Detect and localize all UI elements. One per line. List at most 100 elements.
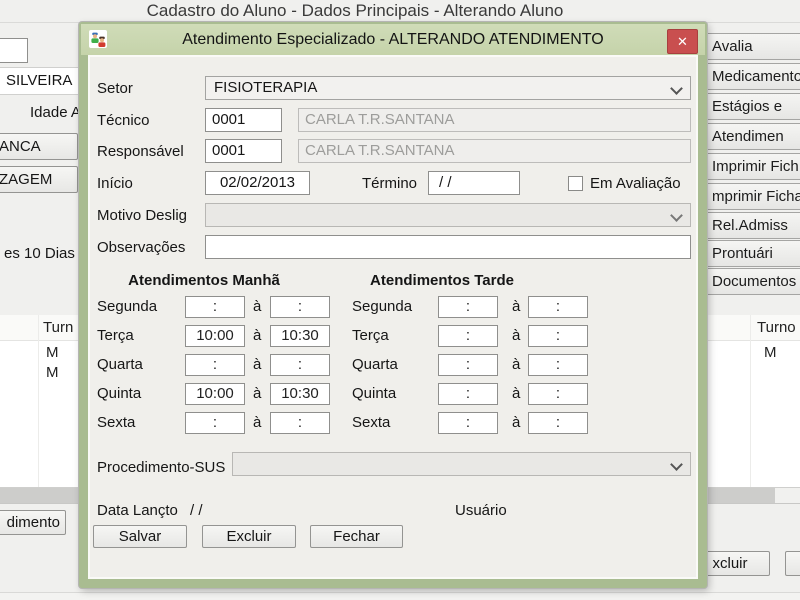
termino-date-input[interactable]: / / [428, 171, 520, 195]
afternoon-to-input[interactable]: : [528, 296, 588, 318]
close-icon: ✕ [677, 34, 688, 49]
observacoes-input[interactable] [205, 235, 691, 259]
a-separator: à [253, 414, 261, 431]
schedule-row-segunda: Segunda : à : Segunda : à : [90, 296, 696, 318]
close-button[interactable]: ✕ [667, 29, 698, 54]
morning-to-input[interactable]: 10:30 [270, 325, 330, 347]
dialog-title: Atendimento Especializado - ALTERANDO AT… [81, 24, 705, 55]
morning-from-input[interactable]: : [185, 412, 245, 434]
atendimentos-tarde-header: Atendimentos Tarde [342, 272, 542, 289]
morning-from-input[interactable]: 10:00 [185, 325, 245, 347]
setor-label: Setor [97, 80, 133, 97]
day-label: Quinta [97, 385, 141, 402]
schedule-row-sexta: Sexta : à : Sexta : à : [90, 412, 696, 434]
day-label: Quinta [352, 385, 396, 402]
chevron-down-icon [670, 209, 683, 222]
afternoon-from-input[interactable]: : [438, 354, 498, 376]
a-separator: à [253, 385, 261, 402]
tecnico-code-input[interactable]: 0001 [205, 108, 282, 132]
chevron-down-icon [670, 82, 683, 95]
schedule-row-quinta: Quinta 10:00 à 10:30 Quinta : à : [90, 383, 696, 405]
procedimento-sus-label: Procedimento-SUS [97, 459, 225, 476]
a-separator: à [512, 414, 520, 431]
table-row[interactable]: M [46, 344, 59, 361]
bg-button-medicamentos[interactable]: Medicamento [698, 63, 800, 90]
observacoes-label: Observações [97, 239, 185, 256]
afternoon-from-input[interactable]: : [438, 296, 498, 318]
day-label: Sexta [97, 414, 135, 431]
inicio-date-input[interactable]: 02/02/2013 [205, 171, 310, 195]
chevron-down-icon [670, 458, 683, 471]
day-label: Sexta [352, 414, 390, 431]
afternoon-from-input[interactable]: : [438, 325, 498, 347]
dias-text-fragment: es 10 Dias [4, 245, 75, 262]
table-row[interactable]: M [764, 344, 777, 361]
inicio-label: Início [97, 175, 133, 192]
atendimento-button-fragment[interactable]: dimento [0, 510, 66, 535]
table-column-separator [750, 315, 751, 487]
afternoon-from-input[interactable]: : [438, 383, 498, 405]
zagem-button-fragment[interactable]: ZAGEM [0, 166, 78, 193]
a-separator: à [253, 298, 261, 315]
motivo-deslig-combobox[interactable] [205, 203, 691, 227]
bg-button-estagios[interactable]: Estágios e [698, 93, 800, 120]
salvar-button[interactable]: Salvar [93, 525, 187, 548]
schedule-row-quarta: Quarta : à : Quarta : à : [90, 354, 696, 376]
bottom-strip [0, 593, 800, 600]
morning-from-input[interactable]: 10:00 [185, 383, 245, 405]
tecnico-label: Técnico [97, 112, 150, 129]
bg-button-imprimir-ficha1[interactable]: Imprimir Fich [698, 153, 800, 180]
day-label: Segunda [352, 298, 412, 315]
morning-to-input[interactable]: 10:30 [270, 383, 330, 405]
day-label: Terça [352, 327, 389, 344]
afternoon-to-input[interactable]: : [528, 383, 588, 405]
dialog-titlebar[interactable]: Atendimento Especializado - ALTERANDO AT… [81, 24, 705, 55]
morning-to-input[interactable]: : [270, 296, 330, 318]
a-separator: à [512, 385, 520, 402]
left-input-fragment[interactable] [0, 38, 28, 63]
afternoon-to-input[interactable]: : [528, 354, 588, 376]
student-name-field-fragment[interactable]: SILVEIRA [0, 67, 79, 95]
day-label: Quarta [97, 356, 143, 373]
schedule-row-terca: Terça 10:00 à 10:30 Terça : à : [90, 325, 696, 347]
excluir-button[interactable]: Excluir [202, 525, 296, 548]
morning-to-input[interactable]: : [270, 412, 330, 434]
a-separator: à [253, 356, 261, 373]
responsavel-name-field: CARLA T.R.SANTANA [298, 139, 691, 163]
responsavel-label: Responsável [97, 143, 184, 160]
setor-value: FISIOTERAPIA [214, 79, 317, 96]
bg-button-avaliacoes[interactable]: Avalia [698, 33, 800, 60]
motivo-deslig-label: Motivo Deslig [97, 207, 187, 224]
bg-button-atendimentos[interactable]: Atendimen [698, 123, 800, 150]
data-lancto-value: / / [190, 502, 203, 519]
bg-button-prontuario[interactable]: Prontuári [698, 240, 800, 267]
a-separator: à [512, 298, 520, 315]
atendimentos-manha-header: Atendimentos Manhã [104, 272, 304, 289]
turno-column-header: Turn [43, 319, 73, 336]
em-avaliacao-checkbox[interactable] [568, 176, 583, 191]
bg-button-rel-admissao[interactable]: Rel.Admiss [698, 212, 800, 239]
morning-from-input[interactable]: : [185, 296, 245, 318]
anca-button-fragment[interactable]: ANCA [0, 133, 78, 160]
tecnico-name-field: CARLA T.R.SANTANA [298, 108, 691, 132]
table-row[interactable]: M [46, 364, 59, 381]
procedimento-sus-combobox[interactable] [232, 452, 691, 476]
morning-from-input[interactable]: : [185, 354, 245, 376]
afternoon-from-input[interactable]: : [438, 412, 498, 434]
setor-combobox[interactable]: FISIOTERAPIA [205, 76, 691, 100]
turno-column-header: Turno [757, 319, 796, 336]
afternoon-to-input[interactable]: : [528, 325, 588, 347]
day-label: Terça [97, 327, 134, 344]
bg-partial-button[interactable] [785, 551, 800, 576]
em-avaliacao-label: Em Avaliação [590, 175, 681, 192]
fechar-button[interactable]: Fechar [310, 525, 403, 548]
day-label: Quarta [352, 356, 398, 373]
responsavel-code-input[interactable]: 0001 [205, 139, 282, 163]
atendimento-dialog: Atendimento Especializado - ALTERANDO AT… [79, 22, 707, 588]
bg-button-documentos[interactable]: Documentos D [698, 268, 800, 295]
bg-button-imprimir-ficha2[interactable]: mprimir Ficha [698, 183, 800, 210]
afternoon-to-input[interactable]: : [528, 412, 588, 434]
a-separator: à [253, 327, 261, 344]
morning-to-input[interactable]: : [270, 354, 330, 376]
dialog-panel: Setor FISIOTERAPIA Técnico 0001 CARLA T.… [88, 55, 698, 579]
